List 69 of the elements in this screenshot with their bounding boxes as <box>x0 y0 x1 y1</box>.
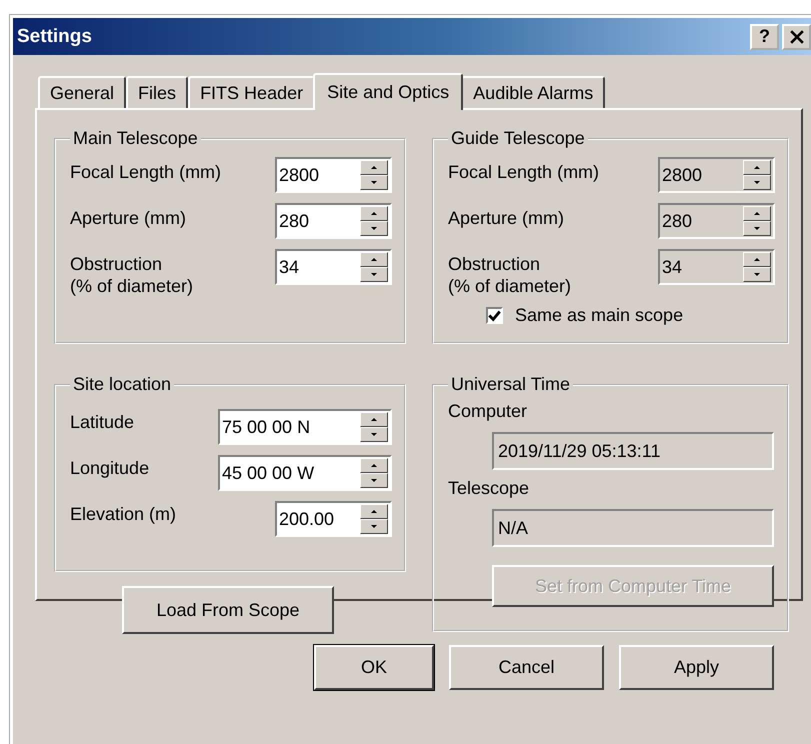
up-arrow-icon <box>754 258 760 261</box>
number-field[interactable]: 280 <box>275 203 392 239</box>
down-arrow-icon <box>754 181 760 184</box>
group-title: Main Telescope <box>72 128 199 149</box>
up-arrow-icon <box>371 258 377 261</box>
close-button[interactable] <box>782 24 811 50</box>
window-title: Settings <box>17 26 92 48</box>
field-label: Telescope <box>448 478 530 499</box>
number-field[interactable]: 45 00 00 W <box>218 455 392 491</box>
up-arrow-icon <box>754 166 760 169</box>
tab[interactable]: Site and Optics <box>313 73 464 110</box>
down-arrow-icon <box>371 479 377 482</box>
dialog-button[interactable]: OK <box>314 645 434 690</box>
down-arrow-icon <box>371 181 377 184</box>
tab[interactable]: FITS Header <box>188 76 316 108</box>
group-title: Universal Time <box>450 374 572 395</box>
spin-up-button[interactable] <box>360 458 388 473</box>
up-arrow-icon <box>754 212 760 215</box>
spin-up-button[interactable] <box>360 160 388 175</box>
checkbox-box[interactable] <box>486 307 503 324</box>
spin-up-button[interactable] <box>360 206 388 221</box>
down-arrow-icon <box>371 525 377 528</box>
read-only-field: N/A <box>492 509 774 547</box>
spin-down-button[interactable] <box>360 267 388 282</box>
field-label: Latitude <box>70 411 134 433</box>
tab[interactable]: Audible Alarms <box>461 76 606 108</box>
field-label: Focal Length (mm) <box>448 161 600 183</box>
close-icon <box>790 30 804 44</box>
spin-up-button[interactable] <box>360 504 388 519</box>
spin-up-button[interactable] <box>360 412 388 427</box>
dialog-button[interactable]: Apply <box>619 645 774 690</box>
up-arrow-icon <box>371 510 377 513</box>
down-arrow-icon <box>754 273 760 276</box>
check-icon <box>488 309 501 322</box>
down-arrow-icon <box>754 227 760 230</box>
up-arrow-icon <box>371 464 377 467</box>
spin-up-button[interactable] <box>360 252 388 267</box>
down-arrow-icon <box>371 433 377 436</box>
spin-down-button[interactable] <box>360 175 388 190</box>
spin-down-button[interactable] <box>360 519 388 534</box>
tab[interactable]: Files <box>126 76 188 108</box>
group-title: Site location <box>72 374 172 395</box>
field-label: Computer <box>448 401 528 422</box>
field-label: Elevation (m) <box>70 503 176 525</box>
field-label: Obstruction (% of diameter) <box>70 253 194 297</box>
spin-down-button[interactable] <box>360 473 388 488</box>
spin-down-button[interactable] <box>360 427 388 442</box>
field-label: Aperture (mm) <box>448 207 564 229</box>
down-arrow-icon <box>371 227 377 230</box>
up-arrow-icon <box>371 166 377 169</box>
up-arrow-icon <box>371 212 377 215</box>
checkbox-label[interactable]: Same as main scope <box>515 305 684 326</box>
number-field[interactable]: 75 00 00 N <box>218 409 392 445</box>
group-title: Guide Telescope <box>450 128 586 149</box>
tab[interactable]: General <box>38 76 126 108</box>
number-field[interactable]: 200.00 <box>275 501 392 537</box>
down-arrow-icon <box>371 273 377 276</box>
load-from-scope-button[interactable]: Load From Scope <box>122 586 334 634</box>
field-label: Aperture (mm) <box>70 207 186 229</box>
spin-down-button[interactable] <box>360 221 388 236</box>
dialog-button[interactable]: Cancel <box>449 645 604 690</box>
number-field[interactable]: 34 <box>275 249 392 285</box>
field-label: Focal Length (mm) <box>70 161 222 183</box>
read-only-field: 2019/11/29 05:13:11 <box>492 432 774 470</box>
field-label: Obstruction (% of diameter) <box>448 253 572 297</box>
help-button[interactable]: ? <box>750 24 779 50</box>
up-arrow-icon <box>371 418 377 421</box>
number-field[interactable]: 2800 <box>275 157 392 193</box>
field-label: Longitude <box>70 457 150 479</box>
